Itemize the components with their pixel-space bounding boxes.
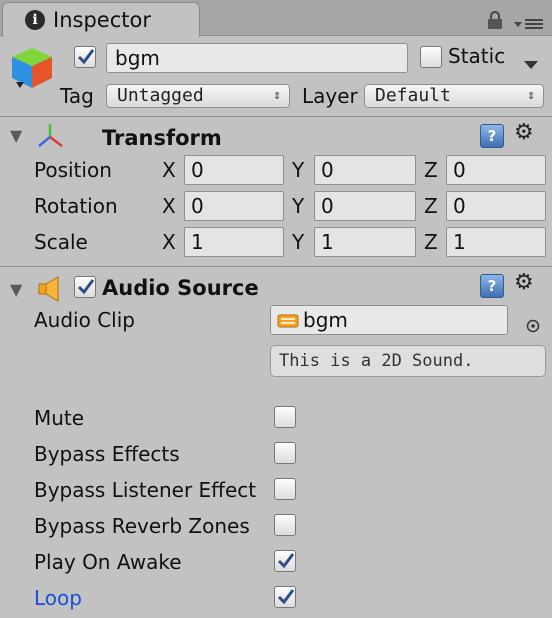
loop-label: Loop [34, 586, 82, 610]
cube-icon [8, 44, 56, 92]
play-on-awake-label: Play On Awake [34, 550, 182, 574]
axis-x-label[interactable]: X [162, 158, 176, 182]
rotation-x-field[interactable]: 0 [184, 191, 284, 221]
position-z-field[interactable]: 0 [446, 155, 546, 185]
static-dropdown-arrow[interactable] [522, 52, 540, 76]
tab-title: Inspector [53, 8, 151, 32]
audio-foldout-arrow[interactable]: ▼ [10, 280, 22, 299]
audio-clip-field[interactable]: bgm [270, 305, 508, 335]
scale-label: Scale [34, 230, 88, 254]
help-icon[interactable]: ? [480, 274, 504, 298]
scale-z-field[interactable]: 1 [446, 227, 546, 257]
rotation-label: Rotation [34, 194, 118, 218]
axis-y-label[interactable]: Y [292, 158, 304, 182]
help-icon[interactable]: ? [480, 124, 504, 148]
speaker-icon [36, 276, 64, 307]
object-picker-icon[interactable] [526, 314, 540, 338]
static-label: Static [448, 44, 506, 68]
divider [0, 266, 552, 267]
loop-checkbox[interactable] [274, 586, 296, 608]
transform-foldout-arrow[interactable]: ▼ [10, 126, 22, 145]
bypass-effects-label: Bypass Effects [34, 442, 180, 466]
gear-icon[interactable]: ⚙ [514, 270, 534, 295]
layer-dropdown[interactable]: Default ⇕ [364, 84, 544, 108]
rotation-y-field[interactable]: 0 [314, 191, 416, 221]
play-on-awake-checkbox[interactable] [274, 550, 296, 572]
bypass-listener-effect-label: Bypass Listener Effect [34, 478, 257, 502]
tag-label: Tag [60, 84, 94, 108]
gear-icon[interactable]: ⚙ [514, 120, 534, 145]
axis-x-label[interactable]: X [162, 194, 176, 218]
rotation-z-field[interactable]: 0 [446, 191, 546, 221]
bypass-reverb-zones-checkbox[interactable] [274, 514, 296, 536]
axis-x-label[interactable]: X [162, 230, 176, 254]
dropdown-arrows-icon: ⇕ [527, 88, 535, 103]
audio-enabled-checkbox[interactable] [74, 276, 96, 298]
audio-source-title: Audio Source [102, 276, 259, 300]
position-y-field[interactable]: 0 [314, 155, 416, 185]
axis-z-label[interactable]: Z [424, 194, 438, 218]
transform-axes-icon [36, 122, 64, 155]
audio-clip-value: bgm [303, 308, 348, 332]
active-checkbox[interactable] [74, 46, 96, 68]
bypass-listener-effect-checkbox[interactable] [274, 478, 296, 500]
bypass-effects-checkbox[interactable] [274, 442, 296, 464]
audio-clip-label: Audio Clip [34, 308, 135, 332]
position-label: Position [34, 158, 112, 182]
audio-clip-icon [277, 310, 299, 334]
layer-label: Layer [302, 84, 358, 108]
divider [0, 116, 552, 117]
scale-x-field[interactable]: 1 [184, 227, 284, 257]
sound-hint-box: This is a 2D Sound. [270, 345, 546, 377]
tab-inspector[interactable]: i Inspector [2, 2, 200, 37]
lock-icon[interactable] [487, 10, 503, 29]
layer-value: Default [375, 85, 451, 106]
dropdown-arrows-icon: ⇕ [273, 88, 281, 103]
tag-value: Untagged [117, 85, 204, 106]
axis-y-label[interactable]: Y [292, 194, 304, 218]
mute-checkbox[interactable] [274, 406, 296, 428]
info-icon: i [25, 10, 45, 30]
scale-y-field[interactable]: 1 [314, 227, 416, 257]
transform-title: Transform [102, 126, 222, 150]
mute-label: Mute [34, 406, 85, 430]
axis-z-label[interactable]: Z [424, 158, 438, 182]
position-x-field[interactable]: 0 [184, 155, 284, 185]
tag-dropdown[interactable]: Untagged ⇕ [106, 84, 290, 108]
static-checkbox[interactable] [420, 46, 442, 68]
axis-z-label[interactable]: Z [424, 230, 438, 254]
bypass-reverb-zones-label: Bypass Reverb Zones [34, 514, 250, 538]
object-name-field[interactable]: bgm [106, 43, 408, 73]
axis-y-label[interactable]: Y [292, 230, 304, 254]
menu-icon[interactable] [512, 13, 544, 29]
